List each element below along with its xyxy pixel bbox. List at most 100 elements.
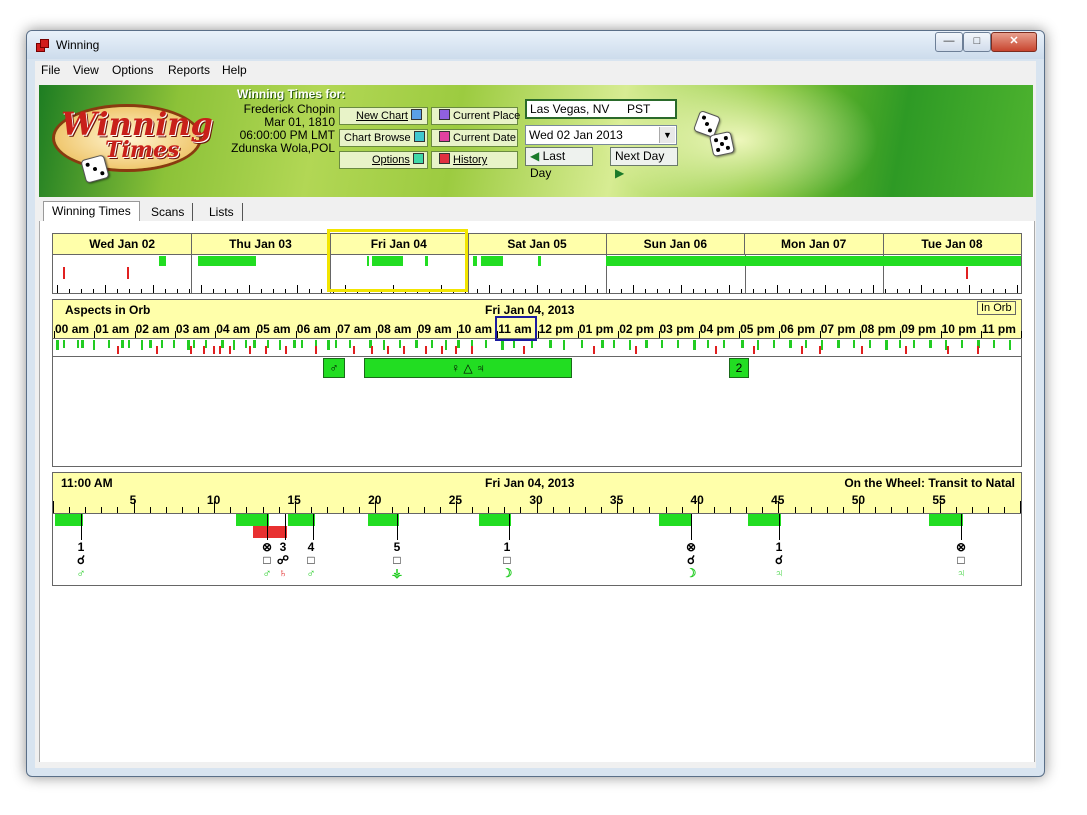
- current-date-label: Current Date: [453, 132, 516, 144]
- wheel-tick: [407, 507, 409, 513]
- tab-lists[interactable]: Lists: [201, 203, 243, 221]
- wheel-tick: [778, 501, 780, 513]
- aspect-bar-venus-trine-jupiter[interactable]: ♀ △ ♃: [364, 358, 572, 378]
- history-label: History: [453, 154, 488, 166]
- day-header[interactable]: Wed Jan 02: [53, 234, 193, 254]
- day-header[interactable]: Thu Jan 03: [191, 234, 331, 254]
- week-tick: [585, 285, 586, 293]
- wheel-glyph: ♃: [956, 566, 966, 580]
- green-aspect-mark: [383, 340, 385, 350]
- wheel-green-bar: [55, 514, 83, 526]
- red-aspect-mark: [265, 346, 267, 354]
- day-header[interactable]: Mon Jan 07: [745, 234, 884, 254]
- green-aspect-mark: [929, 340, 932, 348]
- week-tick: [321, 289, 322, 293]
- day-header[interactable]: Tue Jan 08: [883, 234, 1023, 254]
- wheel-marker-line: [509, 514, 510, 540]
- hour-tick: [134, 331, 136, 338]
- tab-scans[interactable]: Scans: [143, 203, 194, 221]
- red-aspect-mark: [403, 346, 405, 354]
- aspect-bar-mars[interactable]: ♂: [323, 358, 345, 378]
- green-aspect-mark: [629, 340, 631, 350]
- wheel-tick: [230, 507, 232, 513]
- week-tick: [741, 289, 742, 293]
- week-tick: [609, 289, 610, 293]
- wheel-tick: [343, 507, 345, 513]
- red-window-bar: [127, 267, 129, 279]
- week-tick: [861, 289, 862, 293]
- aspect-bar-2[interactable]: 2: [729, 358, 749, 378]
- minimize-button[interactable]: —: [935, 32, 963, 52]
- week-tick: [201, 285, 202, 293]
- green-aspect-mark: [805, 340, 807, 348]
- green-aspect-mark: [581, 340, 583, 348]
- hour-tick: [416, 331, 418, 338]
- timezone-text: PST: [627, 102, 651, 116]
- next-day-label: Next Day: [615, 149, 665, 163]
- day-header[interactable]: Sat Jan 05: [468, 234, 608, 254]
- options-button[interactable]: Options: [339, 151, 428, 169]
- wheel-glyph: ♂: [306, 566, 316, 580]
- chevron-down-icon[interactable]: ▼: [659, 127, 675, 143]
- green-aspect-mark: [327, 340, 330, 350]
- new-chart-button[interactable]: New Chart: [339, 107, 428, 125]
- red-aspect-mark: [523, 346, 525, 354]
- green-aspect-mark: [1009, 340, 1011, 350]
- green-aspect-mark: [531, 340, 533, 348]
- green-aspect-mark: [757, 340, 759, 350]
- wheel-tick: [1020, 501, 1022, 513]
- current-place-button[interactable]: Current Place: [431, 107, 520, 125]
- menu-view[interactable]: View: [73, 63, 99, 77]
- winning-times-for-label: Winning Times for:: [237, 87, 346, 101]
- chart-browse-button[interactable]: Chart Browse: [339, 129, 428, 147]
- current-hour-marker: [495, 316, 537, 341]
- next-day-button[interactable]: Next Day ▶: [610, 147, 678, 180]
- hour-tick: [577, 331, 579, 338]
- wheel-tick: [359, 507, 361, 513]
- in-orb-badge[interactable]: In Orb: [977, 301, 1016, 315]
- wheel-tick: [584, 507, 586, 513]
- wheel-green-bar: [929, 514, 963, 526]
- wheel-tick: [504, 507, 506, 513]
- wheel-marker-line: [313, 514, 314, 540]
- week-tick: [897, 289, 898, 293]
- banner: Winning Times Winning Times for: Frederi…: [39, 85, 1033, 197]
- hour-tick: [94, 331, 96, 338]
- green-aspect-mark: [77, 340, 79, 348]
- hour-tick: [255, 331, 257, 338]
- date-dropdown[interactable]: Wed 02 Jan 2013 ▼: [525, 125, 677, 145]
- week-tick: [801, 289, 802, 293]
- wheel-tick: [327, 507, 329, 513]
- wheel-glyph: ☽: [685, 566, 697, 580]
- green-aspect-mark: [173, 340, 175, 348]
- menu-file[interactable]: File: [41, 63, 60, 77]
- green-aspect-mark: [773, 340, 775, 348]
- current-date-button[interactable]: Current Date: [431, 129, 518, 147]
- close-button[interactable]: ✕: [991, 32, 1037, 52]
- menu-reports[interactable]: Reports: [168, 63, 210, 77]
- green-window-bar: [473, 256, 477, 266]
- red-aspect-mark: [371, 346, 373, 354]
- green-aspect-mark: [549, 340, 552, 348]
- wheel-tick: [294, 501, 296, 513]
- last-day-button[interactable]: ◀ Last Day: [525, 147, 593, 180]
- red-aspect-mark: [387, 346, 389, 354]
- selected-day-highlight[interactable]: [327, 229, 468, 292]
- location-field[interactable]: Las Vegas, NV PST: [525, 99, 677, 119]
- tab-winning-times[interactable]: Winning Times: [43, 201, 140, 222]
- red-aspect-mark: [801, 346, 803, 354]
- arrow-left-icon: ◀: [530, 149, 540, 163]
- maximize-button[interactable]: □: [963, 32, 991, 52]
- wheel-tick: [794, 507, 796, 513]
- history-button[interactable]: History: [431, 151, 518, 169]
- week-tick: [81, 289, 82, 293]
- week-tick: [225, 289, 226, 293]
- wheel-tick: [923, 507, 925, 513]
- day-header[interactable]: Sun Jan 06: [606, 234, 746, 254]
- hour-tick: [215, 331, 217, 338]
- week-tick: [213, 289, 214, 293]
- menu-help[interactable]: Help: [222, 63, 247, 77]
- menu-options[interactable]: Options: [112, 63, 153, 77]
- week-tick: [693, 289, 694, 293]
- wheel-glyph: ☽: [501, 566, 513, 580]
